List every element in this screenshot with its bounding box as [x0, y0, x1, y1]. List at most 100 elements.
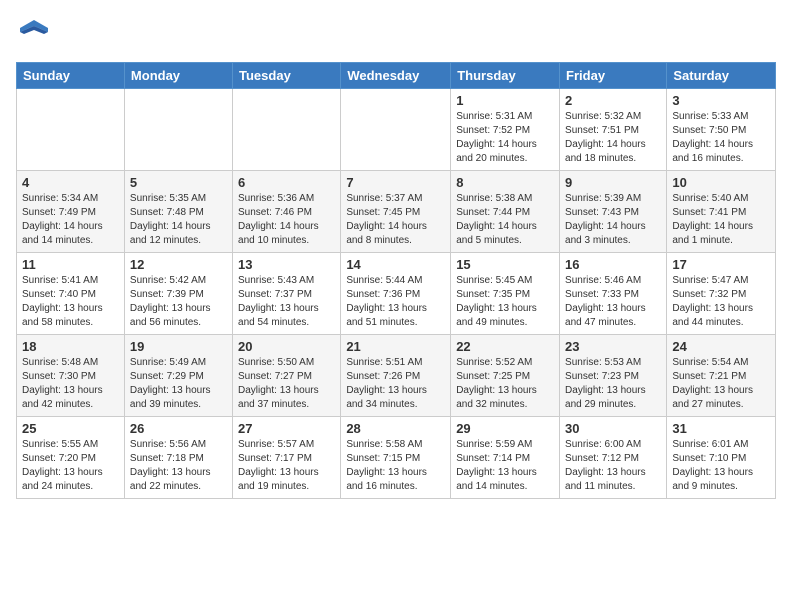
calendar-week-1: 1 Sunrise: 5:31 AM Sunset: 7:52 PM Daylig… — [17, 89, 776, 171]
day-number: 5 — [130, 175, 227, 190]
day-info: Sunrise: 5:55 AM Sunset: 7:20 PM Dayligh… — [22, 438, 119, 494]
calendar-week-2: 4 Sunrise: 5:34 AM Sunset: 7:49 PM Daylig… — [17, 171, 776, 253]
day-number: 30 — [565, 421, 661, 436]
day-info: Sunrise: 5:37 AM Sunset: 7:45 PM Dayligh… — [346, 192, 445, 248]
calendar-cell: 20Sunrise: 5:50 AM Sunset: 7:27 PM Dayli… — [233, 335, 341, 417]
calendar-cell: 14 Sunrise: 5:44 AM Sunset: 7:36 PM Dayli… — [341, 253, 451, 335]
calendar-cell: 12Sunrise: 5:42 AM Sunset: 7:39 PM Dayli… — [124, 253, 232, 335]
calendar-cell: 16 Sunrise: 5:46 AM Sunset: 7:33 PM Dayli… — [560, 253, 667, 335]
day-info: Sunrise: 5:36 AM Sunset: 7:46 PM Dayligh… — [238, 192, 335, 248]
calendar-cell: 7 Sunrise: 5:37 AM Sunset: 7:45 PM Daylig… — [341, 171, 451, 253]
day-number: 6 — [238, 175, 335, 190]
calendar-cell: 29 Sunrise: 5:59 AM Sunset: 7:14 PM Dayli… — [451, 417, 560, 499]
calendar-cell: 1 Sunrise: 5:31 AM Sunset: 7:52 PM Daylig… — [451, 89, 560, 171]
day-number: 4 — [22, 175, 119, 190]
calendar-cell: 26 Sunrise: 5:56 AM Sunset: 7:18 PM Dayli… — [124, 417, 232, 499]
day-number: 9 — [565, 175, 661, 190]
day-number: 8 — [456, 175, 554, 190]
weekday-header-wednesday: Wednesday — [341, 63, 451, 89]
day-number: 31 — [672, 421, 770, 436]
day-number: 22 — [456, 339, 554, 354]
day-number: 27 — [238, 421, 335, 436]
weekday-header-row: SundayMondayTuesdayWednesdayThursdayFrid… — [17, 63, 776, 89]
calendar-cell: 22Sunrise: 5:52 AM Sunset: 7:25 PM Dayli… — [451, 335, 560, 417]
day-info: Sunrise: 5:46 AM Sunset: 7:33 PM Dayligh… — [565, 274, 661, 330]
day-info: Sunrise: 5:58 AM Sunset: 7:15 PM Dayligh… — [346, 438, 445, 494]
calendar-cell — [233, 89, 341, 171]
day-number: 11 — [22, 257, 119, 272]
calendar-cell: 17 Sunrise: 5:47 AM Sunset: 7:32 PM Dayli… — [667, 253, 776, 335]
day-number: 1 — [456, 93, 554, 108]
day-number: 13 — [238, 257, 335, 272]
day-number: 16 — [565, 257, 661, 272]
day-info: Sunrise: 5:42 AM Sunset: 7:39 PM Dayligh… — [130, 274, 227, 330]
day-info: Sunrise: 5:35 AM Sunset: 7:48 PM Dayligh… — [130, 192, 227, 248]
calendar-cell: 3 Sunrise: 5:33 AM Sunset: 7:50 PM Daylig… — [667, 89, 776, 171]
calendar-week-3: 11 Sunrise: 5:41 AM Sunset: 7:40 PM Dayli… — [17, 253, 776, 335]
day-info: Sunrise: 5:45 AM Sunset: 7:35 PM Dayligh… — [456, 274, 554, 330]
calendar-cell: 15 Sunrise: 5:45 AM Sunset: 7:35 PM Dayli… — [451, 253, 560, 335]
header — [16, 16, 776, 52]
day-number: 29 — [456, 421, 554, 436]
day-number: 2 — [565, 93, 661, 108]
day-info: Sunrise: 5:40 AM Sunset: 7:41 PM Dayligh… — [672, 192, 770, 248]
day-info: Sunrise: 5:47 AM Sunset: 7:32 PM Dayligh… — [672, 274, 770, 330]
calendar-week-5: 25 Sunrise: 5:55 AM Sunset: 7:20 PM Dayli… — [17, 417, 776, 499]
day-number: 15 — [456, 257, 554, 272]
day-info: Sunrise: 5:43 AM Sunset: 7:37 PM Dayligh… — [238, 274, 335, 330]
day-number: 10 — [672, 175, 770, 190]
day-info: Sunrise: 5:48 AM Sunset: 7:30 PM Dayligh… — [22, 356, 119, 412]
calendar-cell: 21 Sunrise: 5:51 AM Sunset: 7:26 PM Dayli… — [341, 335, 451, 417]
day-number: 19 — [130, 339, 227, 354]
weekday-header-sunday: Sunday — [17, 63, 125, 89]
calendar-cell: 30Sunrise: 6:00 AM Sunset: 7:12 PM Dayli… — [560, 417, 667, 499]
day-info: Sunrise: 5:44 AM Sunset: 7:36 PM Dayligh… — [346, 274, 445, 330]
day-number: 26 — [130, 421, 227, 436]
day-info: Sunrise: 5:31 AM Sunset: 7:52 PM Dayligh… — [456, 110, 554, 166]
day-info: Sunrise: 5:53 AM Sunset: 7:23 PM Dayligh… — [565, 356, 661, 412]
weekday-header-monday: Monday — [124, 63, 232, 89]
calendar-cell: 23 Sunrise: 5:53 AM Sunset: 7:23 PM Dayli… — [560, 335, 667, 417]
day-info: Sunrise: 5:49 AM Sunset: 7:29 PM Dayligh… — [130, 356, 227, 412]
day-info: Sunrise: 5:51 AM Sunset: 7:26 PM Dayligh… — [346, 356, 445, 412]
weekday-header-thursday: Thursday — [451, 63, 560, 89]
calendar-cell: 13 Sunrise: 5:43 AM Sunset: 7:37 PM Dayli… — [233, 253, 341, 335]
day-number: 25 — [22, 421, 119, 436]
day-number: 21 — [346, 339, 445, 354]
day-info: Sunrise: 5:59 AM Sunset: 7:14 PM Dayligh… — [456, 438, 554, 494]
day-info: Sunrise: 5:41 AM Sunset: 7:40 PM Dayligh… — [22, 274, 119, 330]
day-number: 18 — [22, 339, 119, 354]
logo-icon — [16, 16, 52, 52]
calendar-cell: 24 Sunrise: 5:54 AM Sunset: 7:21 PM Dayli… — [667, 335, 776, 417]
calendar-cell: 2Sunrise: 5:32 AM Sunset: 7:51 PM Daylig… — [560, 89, 667, 171]
day-number: 7 — [346, 175, 445, 190]
day-info: Sunrise: 5:38 AM Sunset: 7:44 PM Dayligh… — [456, 192, 554, 248]
calendar-cell: 25 Sunrise: 5:55 AM Sunset: 7:20 PM Dayli… — [17, 417, 125, 499]
calendar-cell: 5 Sunrise: 5:35 AM Sunset: 7:48 PM Daylig… — [124, 171, 232, 253]
calendar-cell: 9Sunrise: 5:39 AM Sunset: 7:43 PM Daylig… — [560, 171, 667, 253]
day-info: Sunrise: 5:33 AM Sunset: 7:50 PM Dayligh… — [672, 110, 770, 166]
day-info: Sunrise: 5:56 AM Sunset: 7:18 PM Dayligh… — [130, 438, 227, 494]
day-number: 23 — [565, 339, 661, 354]
weekday-header-saturday: Saturday — [667, 63, 776, 89]
day-number: 24 — [672, 339, 770, 354]
calendar-cell — [124, 89, 232, 171]
day-number: 14 — [346, 257, 445, 272]
calendar-week-4: 18 Sunrise: 5:48 AM Sunset: 7:30 PM Dayli… — [17, 335, 776, 417]
calendar-cell: 4 Sunrise: 5:34 AM Sunset: 7:49 PM Daylig… — [17, 171, 125, 253]
day-info: Sunrise: 5:50 AM Sunset: 7:27 PM Dayligh… — [238, 356, 335, 412]
day-info: Sunrise: 6:01 AM Sunset: 7:10 PM Dayligh… — [672, 438, 770, 494]
day-number: 17 — [672, 257, 770, 272]
weekday-header-tuesday: Tuesday — [233, 63, 341, 89]
day-number: 28 — [346, 421, 445, 436]
day-info: Sunrise: 5:54 AM Sunset: 7:21 PM Dayligh… — [672, 356, 770, 412]
day-info: Sunrise: 5:34 AM Sunset: 7:49 PM Dayligh… — [22, 192, 119, 248]
calendar-cell: 6 Sunrise: 5:36 AM Sunset: 7:46 PM Daylig… — [233, 171, 341, 253]
day-number: 3 — [672, 93, 770, 108]
calendar-cell: 10 Sunrise: 5:40 AM Sunset: 7:41 PM Dayli… — [667, 171, 776, 253]
calendar-cell: 28 Sunrise: 5:58 AM Sunset: 7:15 PM Dayli… — [341, 417, 451, 499]
calendar-cell: 19 Sunrise: 5:49 AM Sunset: 7:29 PM Dayli… — [124, 335, 232, 417]
weekday-header-friday: Friday — [560, 63, 667, 89]
calendar-cell: 27Sunrise: 5:57 AM Sunset: 7:17 PM Dayli… — [233, 417, 341, 499]
calendar-cell — [341, 89, 451, 171]
